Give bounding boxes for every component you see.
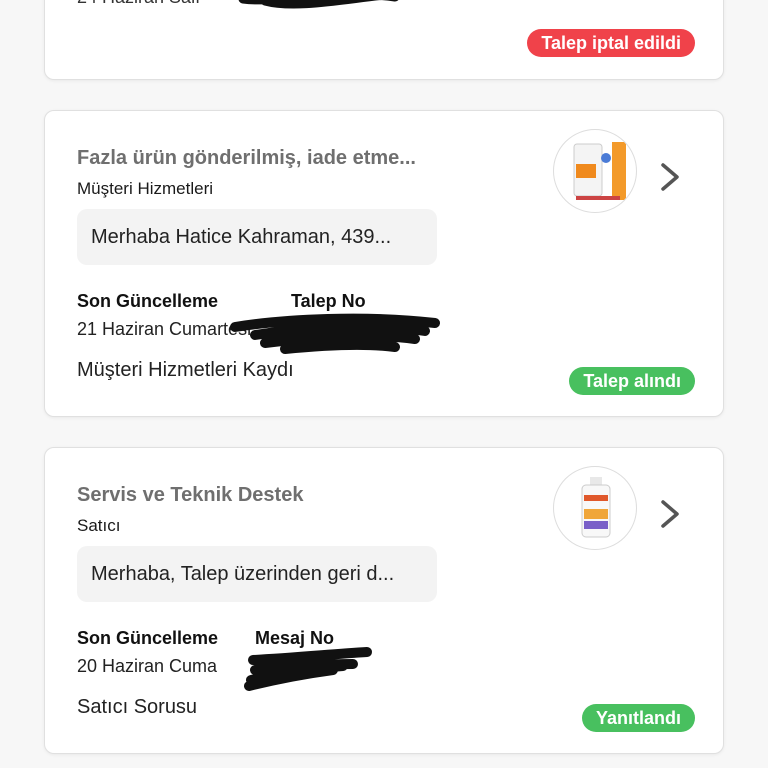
chevron-right-icon[interactable] [655,157,685,197]
product-thumbnail [553,466,637,550]
card-title: Fazla ürün gönderilmiş, iade etme... [77,147,416,169]
redacted-mark [244,647,372,691]
message-preview: Merhaba Hatice Kahraman, 439... [77,209,437,265]
request-card[interactable]: Fazla ürün gönderilmiş, iade etme... Müş… [44,110,724,417]
sunscreen-product-icon [573,142,626,200]
chevron-right-icon[interactable] [655,494,685,534]
record-type: Müşteri Hizmetleri Kaydı [77,359,294,381]
request-card[interactable]: Servis ve Teknik Destek Satıcı Merhaba, … [44,447,724,754]
card-title: Servis ve Teknik Destek [77,484,304,506]
record-type: Satıcı Sorusu [77,696,198,718]
last-updated-label: Son Güncelleme [77,291,219,311]
last-updated-label: Son Güncelleme [77,628,219,648]
status-badge: Talep alındı [569,367,695,395]
sunscreen-bottle-icon [581,477,611,538]
redacted-mark [238,0,399,9]
message-preview: Merhaba, Talep üzerinden geri d... [77,546,437,602]
card-subtitle: Müşteri Hizmetleri [77,179,214,198]
redacted-mark [230,313,440,354]
product-thumbnail [553,129,637,213]
card-subtitle: Satıcı [77,516,121,535]
status-badge: Talep iptal edildi [527,29,695,57]
last-updated-date: 20 Haziran Cuma [77,656,218,676]
date-text: 24 Haziran Salı [77,0,200,8]
request-card-cancelled[interactable]: 24 Haziran Salı Talep iptal edildi [44,0,724,80]
status-badge: Yanıtlandı [581,704,695,732]
